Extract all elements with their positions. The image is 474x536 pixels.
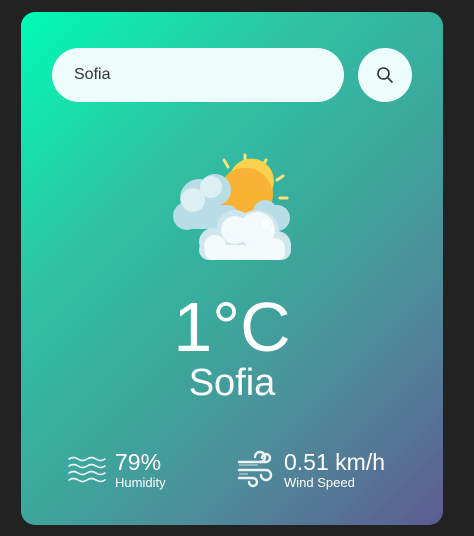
weather-card: 1°C Sofia 79% Humidity [21, 12, 443, 525]
search-input[interactable] [74, 66, 322, 84]
search-bar[interactable] [52, 48, 344, 102]
wind-icon [237, 450, 273, 488]
humidity-text: 79% Humidity [115, 449, 166, 491]
humidity-detail: 79% Humidity [67, 446, 166, 494]
partly-cloudy-sun-icon [173, 153, 291, 260]
wind-text: 0.51 km/h Wind Speed [284, 449, 385, 491]
search-icon [377, 67, 393, 83]
temperature: 1°C [173, 288, 291, 366]
search-button[interactable] [358, 48, 412, 102]
wind-detail: 0.51 km/h Wind Speed [236, 446, 385, 494]
humidity-value: 79% [115, 449, 162, 475]
wind-label: Wind Speed [284, 475, 355, 490]
humidity-label: Humidity [115, 475, 166, 490]
humidity-waves-icon [68, 456, 106, 483]
city-name: Sofia [188, 362, 276, 404]
wind-value: 0.51 km/h [284, 449, 385, 475]
